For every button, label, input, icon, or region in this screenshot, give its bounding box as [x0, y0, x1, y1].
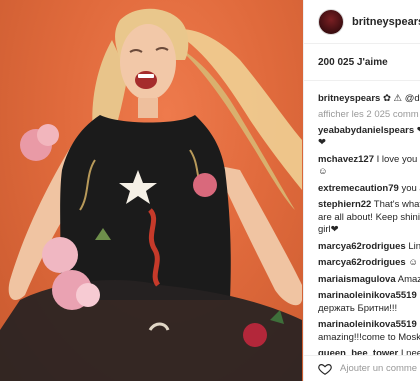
comment-row: extremecaution79 you are	[318, 183, 420, 196]
comment-username[interactable]: extremecaution79	[318, 183, 399, 194]
photo-illustration	[0, 8, 302, 381]
comment-text: ☺	[408, 257, 419, 268]
comment-username[interactable]: yeababydanielspears	[318, 125, 414, 136]
caption-username[interactable]: britneyspears	[318, 93, 380, 104]
caption-text: ✿ ⚠ @da	[382, 93, 420, 104]
comment-row: marcya62rodrigues ☺	[318, 257, 420, 270]
comment-text: Amazi	[397, 273, 420, 285]
load-more-comments[interactable]: afficher les 2 025 comm	[318, 109, 420, 121]
comment-text-line: girl❤	[318, 224, 339, 235]
comment-username[interactable]: marcya62rodrigues	[318, 257, 406, 268]
comment-row: marinaoleinikova5519 Я	[318, 319, 420, 332]
comment-text-line: ❤	[318, 137, 326, 148]
comment-username[interactable]: marinaoleinikova5519	[318, 319, 417, 330]
post-header: britneyspears	[304, 0, 420, 44]
comment-row: stephiern22 That's what	[318, 199, 420, 212]
post-photo[interactable]	[0, 0, 303, 381]
comment-text-line: держать Бритни!!!	[318, 302, 398, 314]
comment-text: you are	[401, 182, 420, 194]
comment-row: mchavez127 I love you B	[318, 154, 420, 167]
comment-row: mariaismagulova Amazi	[318, 274, 420, 287]
comment-row: marcya62rodrigues Lind	[318, 241, 420, 254]
likes-count[interactable]: 200 025 J'aime	[304, 44, 420, 81]
caption: britneyspears ✿ ⚠ @da	[318, 93, 420, 106]
post-side-panel: britneyspears 200 025 J'aime britneyspea…	[303, 0, 420, 381]
profile-avatar[interactable]	[318, 8, 344, 35]
comment-text-line: amazing!!!come to Mosk	[318, 331, 420, 343]
comment-text-line: ☺	[318, 166, 328, 177]
add-comment-bar: Ajouter un comme	[304, 355, 420, 381]
add-comment-input[interactable]: Ajouter un comme	[340, 363, 417, 374]
comment-username[interactable]: marinaoleinikova5519	[318, 290, 417, 301]
heart-icon[interactable]	[318, 362, 332, 376]
comment-text-line: are all about! Keep shinin	[318, 211, 420, 223]
header-username[interactable]: britneyspears	[352, 16, 420, 28]
comment-username[interactable]: stephiern22	[318, 199, 371, 210]
comments-list: britneyspears ✿ ⚠ @da afficher les 2 025…	[304, 93, 420, 361]
comment-username[interactable]: marcya62rodrigues	[318, 241, 406, 252]
comment-text: Lind	[408, 240, 420, 252]
comment-row: yeababydanielspears ❤	[318, 125, 420, 138]
comment-row: marinaoleinikova5519 К	[318, 290, 420, 303]
comment-text: That's what	[373, 199, 420, 210]
comment-text: I love you B	[376, 153, 420, 165]
comment-username[interactable]: mariaismagulova	[318, 274, 396, 285]
comment-username[interactable]: mchavez127	[318, 154, 374, 165]
